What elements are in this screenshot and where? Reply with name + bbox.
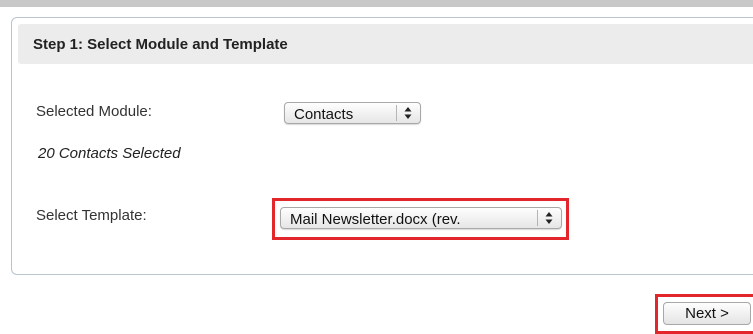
module-select-value: Contacts	[294, 106, 354, 123]
step-title: Step 1: Select Module and Template	[33, 36, 288, 53]
selection-count: 20 Contacts Selected	[38, 145, 181, 162]
step-header: Step 1: Select Module and Template	[18, 24, 753, 64]
template-select-value: Mail Newsletter.docx (rev.	[290, 211, 461, 228]
template-select[interactable]: Mail Newsletter.docx (rev.	[280, 207, 562, 229]
module-select[interactable]: Contacts	[284, 102, 421, 124]
selected-module-label: Selected Module:	[36, 103, 152, 120]
select-template-label: Select Template:	[36, 207, 147, 224]
top-divider-strip	[0, 0, 753, 7]
next-button[interactable]: Next >	[663, 302, 751, 325]
up-down-arrows-icon	[542, 210, 556, 226]
up-down-arrows-icon	[401, 105, 415, 121]
